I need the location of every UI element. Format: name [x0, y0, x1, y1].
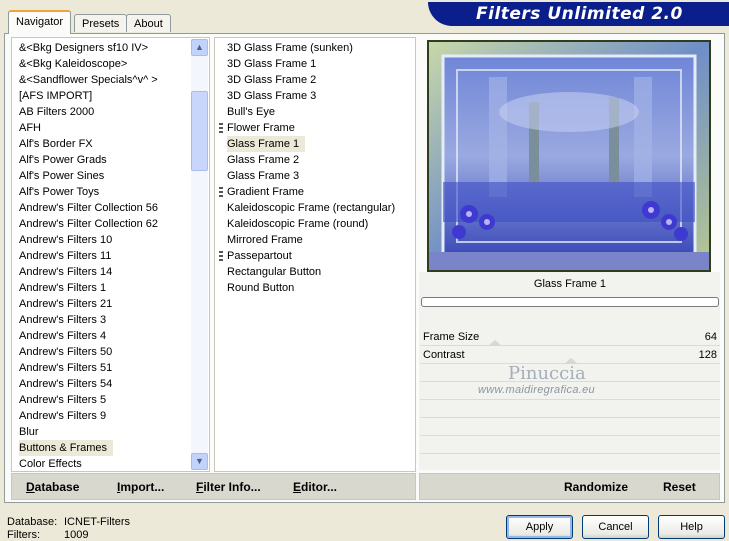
import-button[interactable]: Import... [117, 480, 164, 494]
filter-item[interactable]: Passepartout [227, 248, 292, 264]
filter-item[interactable]: Round Button [227, 280, 294, 296]
category-item[interactable]: Andrew's Filters 9 [19, 408, 106, 424]
filters-count-value: 1009 [64, 529, 89, 541]
category-item[interactable]: Color Effects [19, 456, 82, 472]
category-item[interactable]: Alf's Power Grads [19, 152, 107, 168]
filter-item[interactable]: 3D Glass Frame (sunken) [227, 40, 353, 56]
filter-list[interactable]: 3D Glass Frame (sunken) 3D Glass Frame 13… [214, 37, 416, 472]
selected-filter-name: Glass Frame 1 [533, 278, 607, 290]
database-value: ICNET-Filters [64, 516, 130, 528]
category-item[interactable]: Alf's Power Sines [19, 168, 104, 184]
filters-count-label: Filters: [7, 529, 40, 541]
slider-thumb[interactable] [488, 340, 502, 346]
category-item[interactable]: Andrew's Filters 51 [19, 360, 112, 376]
preview-artwork [429, 42, 709, 270]
apply-button[interactable]: Apply [506, 515, 573, 539]
database-label: Database: [7, 516, 58, 528]
filter-item[interactable]: Glass Frame 1 [227, 136, 306, 152]
param-label: Frame Size [423, 331, 480, 343]
category-item[interactable]: &<Sandflower Specials^v^ > [19, 72, 158, 88]
category-item[interactable]: Andrew's Filters 54 [19, 376, 112, 392]
filter-item[interactable]: Glass Frame 3 [227, 168, 299, 184]
scroll-thumb[interactable] [191, 91, 208, 171]
reset-button[interactable]: Reset [663, 480, 696, 494]
preview-image [427, 40, 711, 272]
database-button[interactable]: Database [26, 480, 79, 494]
watermark-url: www.maidiregrafica.eu [478, 384, 595, 396]
category-item[interactable]: Andrew's Filter Collection 56 [19, 200, 158, 216]
param-empty [420, 437, 720, 454]
param-frame-size[interactable]: Frame Size 64 [420, 329, 720, 346]
category-item[interactable]: [AFS IMPORT] [19, 88, 92, 104]
category-item[interactable]: Buttons & Frames [19, 440, 114, 456]
tab-about[interactable]: About [126, 14, 171, 32]
category-item[interactable]: Andrew's Filters 14 [19, 264, 112, 280]
category-item[interactable]: Andrew's Filters 4 [19, 328, 106, 344]
filter-item[interactable]: Flower Frame [227, 120, 295, 136]
filter-item[interactable]: 3D Glass Frame 3 [227, 88, 316, 104]
param-contrast[interactable]: Contrast 128 [420, 347, 720, 364]
cancel-button[interactable]: Cancel [582, 515, 649, 539]
param-label: Contrast [423, 349, 465, 361]
category-item[interactable]: AB Filters 2000 [19, 104, 94, 120]
watermark-name: Pinuccia [508, 363, 586, 384]
category-item[interactable]: Alf's Power Toys [19, 184, 99, 200]
category-item[interactable]: Andrew's Filter Collection 62 [19, 216, 158, 232]
category-list[interactable]: &<Bkg Designers sf10 IV> &<Bkg Kaleidosco… [11, 37, 210, 472]
filter-info-button[interactable]: Filter Info... [196, 480, 261, 494]
category-item[interactable]: &<Bkg Designers sf10 IV> [19, 40, 148, 56]
category-item[interactable]: AFH [19, 120, 41, 136]
submenu-marker-icon [219, 123, 223, 133]
param-value: 128 [698, 349, 717, 361]
progress-bar [421, 297, 719, 307]
help-button[interactable]: Help [658, 515, 725, 539]
category-item[interactable]: Andrew's Filters 3 [19, 312, 106, 328]
filter-item[interactable]: Rectangular Button [227, 264, 321, 280]
category-scrollbar[interactable]: ▲ ▼ [191, 39, 208, 470]
category-item[interactable]: Blur [19, 424, 39, 440]
app-title: Filters Unlimited 2.0 [476, 4, 683, 24]
tab-navigator[interactable]: Navigator [8, 10, 72, 34]
param-empty [420, 419, 720, 436]
submenu-marker-icon [219, 251, 223, 261]
category-item[interactable]: Alf's Border FX [19, 136, 93, 152]
filter-item[interactable]: Gradient Frame [227, 184, 304, 200]
category-item[interactable]: Andrew's Filters 11 [19, 248, 111, 264]
category-item[interactable]: Andrew's Filters 1 [19, 280, 106, 296]
filter-item[interactable]: Glass Frame 2 [227, 152, 299, 168]
submenu-marker-icon [219, 187, 223, 197]
randomize-button[interactable]: Randomize [564, 480, 628, 494]
filter-item[interactable]: Bull's Eye [227, 104, 275, 120]
category-item[interactable]: Andrew's Filters 21 [19, 296, 112, 312]
filter-item[interactable]: 3D Glass Frame 2 [227, 72, 316, 88]
editor-button[interactable]: Editor... [293, 480, 337, 494]
category-item[interactable]: Andrew's Filters 50 [19, 344, 112, 360]
tab-presets[interactable]: Presets [74, 14, 128, 32]
filter-item[interactable]: Kaleidoscopic Frame (round) [227, 216, 368, 232]
scroll-down-button[interactable]: ▼ [191, 453, 208, 470]
param-value: 64 [704, 331, 717, 343]
filter-item[interactable]: 3D Glass Frame 1 [227, 56, 316, 72]
category-item[interactable]: Andrew's Filters 5 [19, 392, 106, 408]
category-item[interactable]: &<Bkg Kaleidoscope> [19, 56, 127, 72]
scroll-up-button[interactable]: ▲ [191, 39, 208, 56]
filter-item[interactable]: Kaleidoscopic Frame (rectangular) [227, 200, 395, 216]
filter-item[interactable]: Mirrored Frame [227, 232, 303, 248]
param-empty [420, 401, 720, 418]
category-item[interactable]: Andrew's Filters 10 [19, 232, 112, 248]
